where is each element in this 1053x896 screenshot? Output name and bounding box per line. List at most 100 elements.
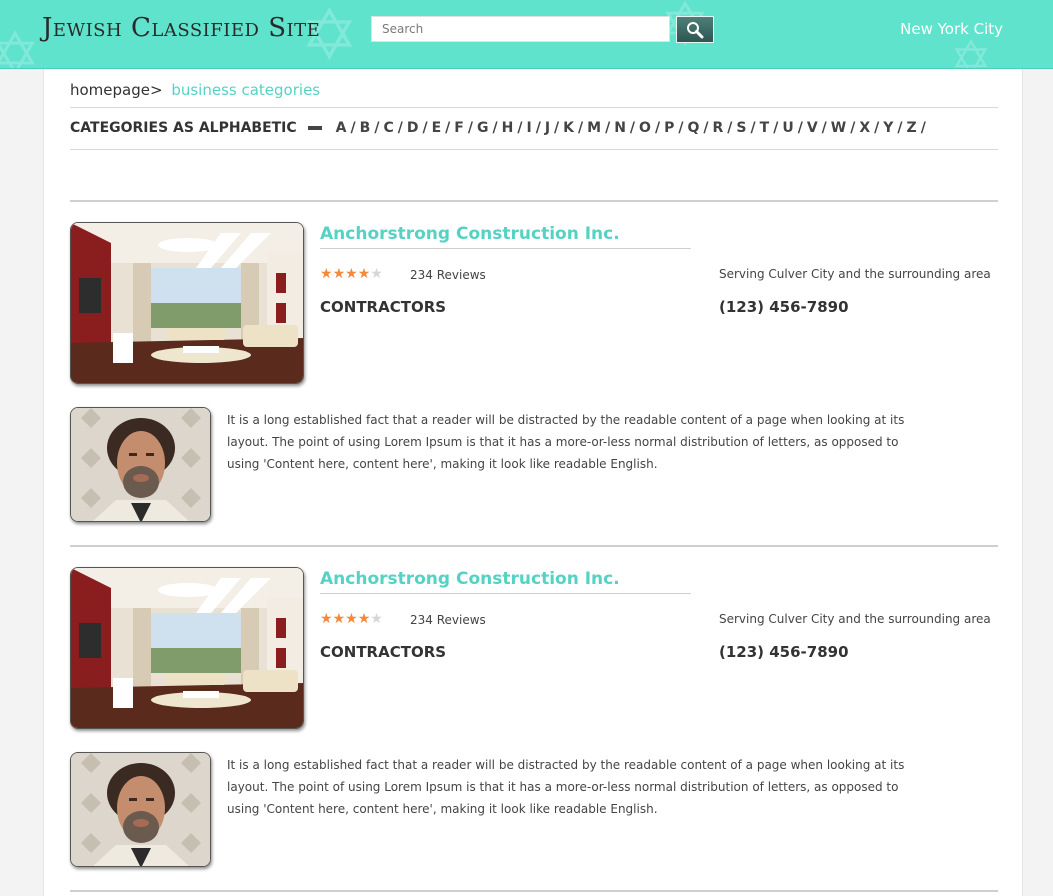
alphabet-letter-j[interactable]: J xyxy=(545,120,550,136)
alphabet-letter-h[interactable]: H xyxy=(502,120,514,136)
letter-separator: / xyxy=(727,120,733,136)
alphabet-letter-q[interactable]: Q xyxy=(687,120,699,136)
alphabet-letter-g[interactable]: G xyxy=(477,120,489,136)
letter-separator: / xyxy=(467,120,473,136)
alphabet-dash xyxy=(307,126,322,130)
business-description: It is a long established fact that a rea… xyxy=(227,413,905,471)
alphabet-letter-p[interactable]: P xyxy=(664,120,674,136)
alphabet-letter-u[interactable]: U xyxy=(782,120,793,136)
phone-number: (123) 456-7890 xyxy=(719,643,849,661)
business-category: CONTRACTORS xyxy=(320,298,447,316)
star-empty-icon: ★ xyxy=(370,611,383,627)
business-listing: Anchorstrong Construction Inc. ★ ★ ★ ★ ★ 234… xyxy=(70,222,998,522)
alphabet-letter-c[interactable]: C xyxy=(383,120,393,136)
living-room-image xyxy=(71,568,303,728)
divider xyxy=(70,890,998,892)
star-filled-icon: ★ xyxy=(345,611,358,627)
reviews-count[interactable]: 234 Reviews xyxy=(410,613,486,627)
letter-separator: / xyxy=(654,120,661,136)
service-area: Serving Culver City and the surrounding … xyxy=(719,612,991,626)
business-photo[interactable] xyxy=(70,567,304,729)
letter-separator: / xyxy=(517,120,523,136)
breadcrumb-current: business categories xyxy=(171,81,321,99)
letter-separator: / xyxy=(821,120,827,136)
star-filled-icon: ★ xyxy=(320,266,333,282)
rating-stars: ★ ★ ★ ★ ★ xyxy=(320,267,383,281)
star-filled-icon: ★ xyxy=(332,266,346,282)
owner-photo[interactable] xyxy=(70,407,211,522)
alphabet-letter-m[interactable]: M xyxy=(587,120,601,136)
alphabet-letter-s[interactable]: S xyxy=(736,120,746,136)
reviews-count[interactable]: 234 Reviews xyxy=(410,268,486,282)
letter-separator: / xyxy=(773,120,779,136)
business-listing: Anchorstrong Construction Inc. ★ ★ ★ ★ ★ 234… xyxy=(70,567,998,867)
divider xyxy=(70,545,998,547)
business-category: CONTRACTORS xyxy=(320,643,447,661)
business-photo[interactable] xyxy=(70,222,304,384)
alphabet-letter-k[interactable]: K xyxy=(563,120,574,136)
breadcrumb-home-link[interactable]: homepage> xyxy=(70,81,163,99)
alphabet-label: CATEGORIES AS ALPHABETIC xyxy=(70,120,297,136)
letter-separator: / xyxy=(350,120,356,136)
owner-photo[interactable] xyxy=(70,752,211,867)
letter-separator: / xyxy=(605,120,611,136)
alphabet-letters: A / B / C / D / E / F / G / H / I / J / K / M / N / O / P / Q / R / S / T / U /… xyxy=(336,120,930,136)
letter-separator: / xyxy=(897,120,903,136)
letter-separator: / xyxy=(445,120,451,136)
letter-separator: / xyxy=(797,120,803,136)
letter-separator: / xyxy=(874,120,880,136)
alphabet-letter-v[interactable]: V xyxy=(807,120,818,136)
divider xyxy=(70,200,998,202)
living-room-image xyxy=(71,223,303,383)
alphabet-letter-t[interactable]: T xyxy=(760,120,770,136)
alphabet-letter-e[interactable]: E xyxy=(432,120,442,136)
star-empty-icon: ★ xyxy=(370,266,383,282)
alphabet-letter-r[interactable]: R xyxy=(713,120,724,136)
alphabet-letter-d[interactable]: D xyxy=(407,120,419,136)
letter-separator: / xyxy=(850,120,856,136)
rating-stars: ★ ★ ★ ★ ★ xyxy=(320,612,383,626)
alphabet-nav: CATEGORIES AS ALPHABETIC A / B / C / D / E / F / G / H… xyxy=(70,120,930,136)
divider xyxy=(70,149,998,150)
search-input[interactable] xyxy=(371,16,670,42)
alphabet-letter-i[interactable]: I xyxy=(526,120,531,136)
star-filled-icon: ★ xyxy=(332,611,346,627)
search-icon xyxy=(687,21,704,38)
star-of-david-decoration: ✡ xyxy=(0,20,40,68)
business-title-link[interactable]: Anchorstrong Construction Inc. xyxy=(320,224,691,249)
site-header: ✡ ✡ ✡ ✡ Jewish Classified Site New York … xyxy=(0,0,1053,69)
business-title-link[interactable]: Anchorstrong Construction Inc. xyxy=(320,569,691,594)
alphabet-letter-o[interactable]: O xyxy=(639,120,651,136)
star-filled-icon: ★ xyxy=(357,266,371,282)
letter-separator: / xyxy=(535,120,541,136)
divider xyxy=(70,107,998,108)
breadcrumb: homepage> business categories xyxy=(70,81,320,99)
city-selector[interactable]: New York City xyxy=(900,20,1003,38)
star-filled-icon: ★ xyxy=(320,611,333,627)
person-portrait-image xyxy=(71,408,210,521)
alphabet-letter-a[interactable]: A xyxy=(336,120,347,136)
service-area: Serving Culver City and the surrounding … xyxy=(719,267,991,281)
content-panel: homepage> business categories CATEGORIES… xyxy=(43,69,1023,896)
letter-separator: / xyxy=(578,120,584,136)
site-logo[interactable]: Jewish Classified Site xyxy=(42,13,320,43)
letter-separator: / xyxy=(422,120,428,136)
search-button[interactable] xyxy=(676,16,714,43)
alphabet-letter-z[interactable]: Z xyxy=(907,120,917,136)
letter-separator: / xyxy=(629,120,636,136)
alphabet-letter-w[interactable]: W xyxy=(831,120,846,136)
star-filled-icon: ★ xyxy=(357,611,371,627)
business-description: It is a long established fact that a rea… xyxy=(227,758,905,816)
letter-separator: / xyxy=(920,120,926,136)
alphabet-letter-y[interactable]: Y xyxy=(883,120,893,136)
letter-separator: / xyxy=(750,120,756,136)
alphabet-letter-f[interactable]: F xyxy=(454,120,464,136)
alphabet-letter-n[interactable]: N xyxy=(614,120,626,136)
letter-separator: / xyxy=(703,120,709,136)
letter-separator: / xyxy=(374,120,380,136)
letter-separator: / xyxy=(554,120,560,136)
star-filled-icon: ★ xyxy=(345,266,358,282)
letter-separator: / xyxy=(397,120,403,136)
alphabet-letter-x[interactable]: X xyxy=(859,120,870,136)
alphabet-letter-b[interactable]: B xyxy=(360,120,371,136)
